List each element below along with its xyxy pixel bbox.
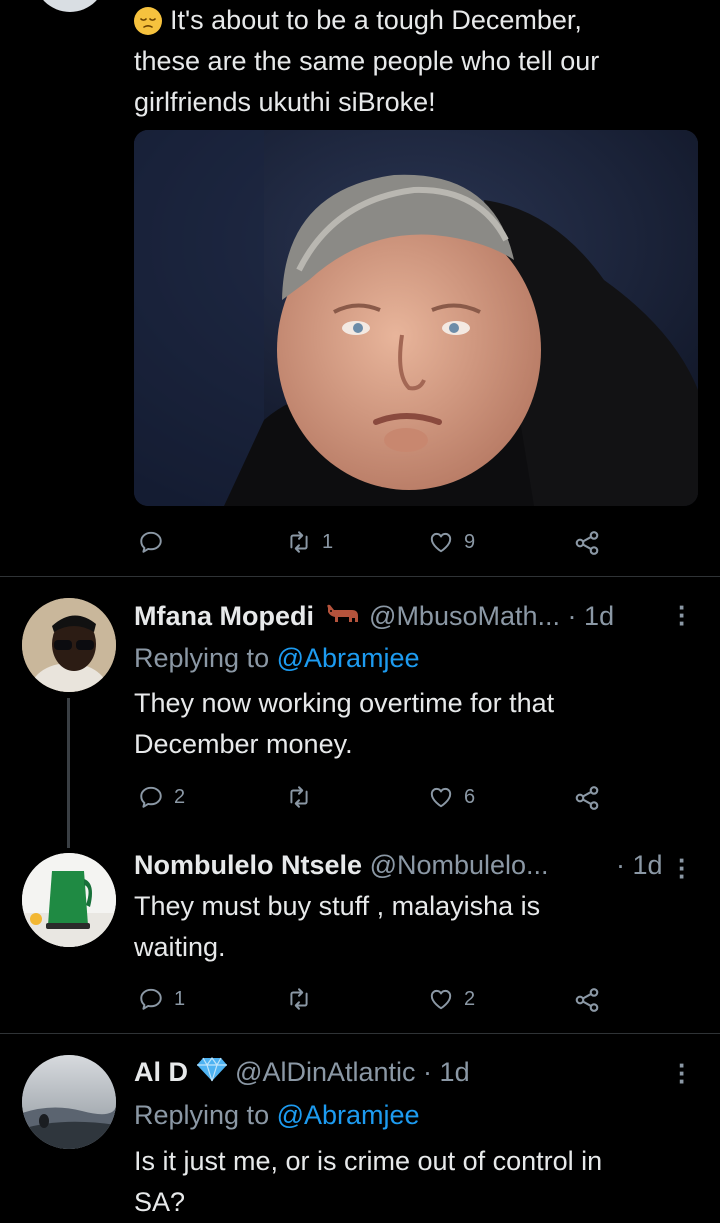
reply-header: Mfana Mopedi @MbusoMath... · 1d [134, 596, 654, 638]
like-count: 9 [464, 530, 476, 553]
replying-to: Replying to @Abramjee [134, 638, 420, 679]
main-reply-button[interactable] [138, 529, 164, 555]
retweet-count: 1 [322, 530, 334, 553]
main-tweet-line-3: girlfriends ukuthi siBroke! [134, 87, 436, 117]
author-name[interactable]: Mfana Mopedi [134, 601, 314, 631]
like-icon [428, 784, 454, 810]
reply-text: Is it just me, or is crime out of contro… [134, 1141, 704, 1223]
divider [0, 1033, 720, 1034]
retweet-icon [286, 784, 312, 810]
reply-header: Al D @AlDinAtlantic · 1d [134, 1052, 654, 1094]
separator: · [423, 1057, 433, 1087]
main-share-button[interactable] [573, 529, 601, 557]
replying-prefix: Replying to [134, 1100, 270, 1130]
replying-to-link[interactable]: @Abramjee [277, 1100, 420, 1130]
author-name[interactable]: Al D [134, 1057, 188, 1087]
replying-prefix: Replying to [134, 643, 270, 673]
reply-text-line-1: They must buy stuff , malayisha is [134, 891, 541, 921]
author-handle[interactable]: @MbusoMath... [369, 601, 560, 631]
reply-time: · 1d [616, 845, 663, 886]
timestamp[interactable]: 1d [584, 601, 614, 631]
retweet-button[interactable] [286, 986, 312, 1012]
reply-icon [138, 986, 164, 1012]
main-tweet-avatar[interactable] [34, 0, 106, 12]
reply-text-line-2: SA? [134, 1187, 186, 1217]
retweet-icon [286, 529, 312, 555]
reply-text-line-1: Is it just me, or is crime out of contro… [134, 1146, 603, 1176]
like-icon [428, 986, 454, 1012]
retweet-button[interactable] [286, 784, 312, 810]
reply-text-line-2: waiting. [134, 932, 226, 962]
main-tweet-line-2: these are the same people who tell our [134, 46, 600, 76]
share-button[interactable] [573, 986, 601, 1014]
replying-to-link[interactable]: @Abramjee [277, 643, 420, 673]
main-retweet-button[interactable]: 1 [286, 529, 333, 555]
reply-text: They must buy stuff , malayisha is waiti… [134, 886, 694, 968]
avatar[interactable] [22, 1055, 116, 1149]
separator: · [567, 601, 577, 631]
avatar[interactable] [22, 598, 116, 692]
timestamp[interactable]: 1d [440, 1057, 470, 1087]
share-icon [573, 529, 601, 557]
reply-icon [138, 784, 164, 810]
reply-icon [138, 529, 164, 555]
reply-button[interactable]: 2 [138, 784, 185, 810]
cow-emoji-icon [322, 597, 362, 638]
share-icon [573, 784, 601, 812]
share-icon [573, 986, 601, 1014]
avatar[interactable] [22, 853, 116, 947]
author-handle[interactable]: @AlDinAtlantic [235, 1057, 415, 1087]
main-tweet-photo[interactable] [134, 130, 698, 506]
timestamp[interactable]: 1d [633, 850, 663, 880]
more-icon[interactable]: · · · [678, 1052, 687, 1094]
main-like-button[interactable]: 9 [428, 529, 475, 555]
pensive-emoji-icon [134, 6, 162, 35]
more-icon[interactable]: · · · [678, 847, 687, 889]
separator: · [616, 850, 625, 880]
like-button[interactable]: 2 [428, 986, 475, 1012]
reply-count: 2 [174, 785, 186, 808]
main-tweet-text: It's about to be a tough December, these… [134, 0, 704, 123]
reply-text-line-2: December money. [134, 729, 353, 759]
like-icon [428, 529, 454, 555]
reply-header: Nombulelo Ntsele @Nombulelo... [134, 845, 674, 886]
main-tweet-line-1: It's about to be a tough December, [170, 5, 582, 35]
like-count: 6 [464, 785, 476, 808]
reply-text: They now working overtime for that Decem… [134, 683, 694, 765]
thread-line [67, 698, 70, 848]
author-handle[interactable]: @Nombulelo... [370, 850, 549, 880]
author-name[interactable]: Nombulelo Ntsele [134, 850, 362, 880]
replying-to: Replying to @Abramjee [134, 1095, 420, 1136]
share-button[interactable] [573, 784, 601, 812]
more-icon[interactable]: · · · [678, 594, 687, 636]
like-count: 2 [464, 987, 476, 1010]
reply-button[interactable]: 1 [138, 986, 185, 1012]
reply-count: 1 [174, 987, 186, 1010]
divider [0, 576, 720, 577]
reply-text-line-1: They now working overtime for that [134, 688, 555, 718]
diamond-emoji-icon [196, 1053, 228, 1094]
like-button[interactable]: 6 [428, 784, 475, 810]
retweet-icon [286, 986, 312, 1012]
